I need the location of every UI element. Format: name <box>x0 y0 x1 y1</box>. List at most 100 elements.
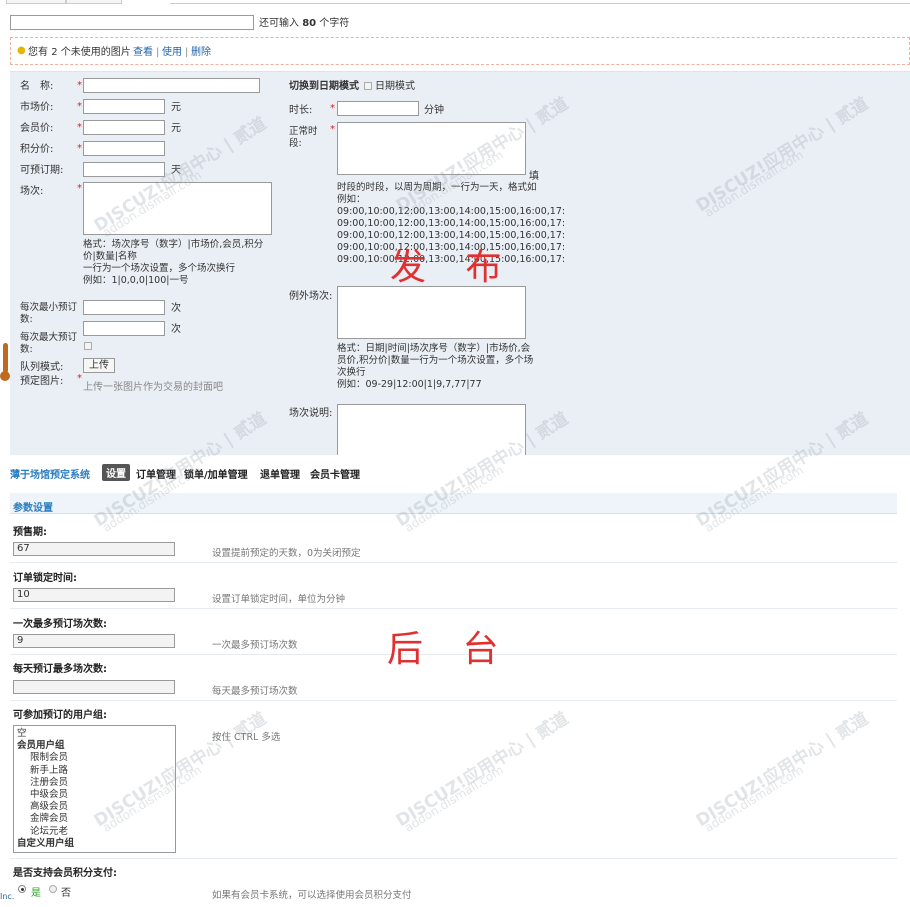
lightbulb-icon: ● <box>17 45 26 56</box>
points-pay-yes-label: 是 <box>31 888 41 899</box>
name-label: 名 称: <box>20 81 54 92</box>
group-option[interactable]: 自定义用户组 <box>17 838 172 850</box>
divider <box>10 858 897 859</box>
preorder-input[interactable] <box>83 162 165 177</box>
min-order-label: 每次最小预订 数: <box>20 302 78 325</box>
session-textarea[interactable] <box>83 182 272 235</box>
unit-times: 次 <box>171 303 181 314</box>
session-format-note: 格式：场次序号（数字）|市场价,会员,积分 价|数量|名称 一行为一个场次设置，… <box>83 239 264 286</box>
admin-overlay-text: 后 台 <box>387 629 513 670</box>
thermometer-bulb-icon <box>0 371 10 381</box>
normal-period-textarea[interactable] <box>337 122 526 175</box>
points-pay-yes-radio[interactable] <box>18 885 26 893</box>
upload-button[interactable]: 上传 <box>83 358 115 373</box>
divider <box>10 700 897 701</box>
system-name-link[interactable]: 薄于场馆预定系统 <box>10 466 90 481</box>
points-price-input[interactable] <box>83 141 165 156</box>
view-images-link[interactable]: 查看 <box>133 46 153 59</box>
queue-mode-checkbox[interactable] <box>84 342 92 350</box>
group-option[interactable]: 中级会员 <box>17 789 172 801</box>
tab-right[interactable] <box>66 0 122 4</box>
tab-line <box>170 3 910 4</box>
required-mark: * <box>77 143 82 154</box>
watermark-text: addon.dismall.com <box>702 762 806 835</box>
queue-mode-label: 队列模式: <box>20 362 64 373</box>
required-mark: * <box>330 103 335 114</box>
use-images-link[interactable]: 使用 <box>162 46 182 59</box>
separator: | <box>185 47 189 58</box>
radio-dot-icon <box>20 887 24 891</box>
name-input[interactable] <box>83 78 260 93</box>
max-per-order-tip: 一次最多预订场次数 <box>212 640 298 651</box>
unit-minute: 分钟 <box>424 105 444 116</box>
min-order-input[interactable] <box>83 300 165 315</box>
group-option[interactable]: 高级会员 <box>17 801 172 813</box>
section-header: 参数设置 <box>10 493 897 514</box>
tab-left[interactable] <box>6 0 66 4</box>
thermometer-icon <box>3 343 8 373</box>
max-per-day-tip: 每天最多预订场次数 <box>212 686 298 697</box>
exception-label: 例外场次: <box>289 291 333 302</box>
nav-member-cards[interactable]: 会员卡管理 <box>310 466 360 481</box>
group-option[interactable]: 新手上路 <box>17 765 172 777</box>
points-pay-tip: 如果有会员卡系统，可以选择使用会员积分支付 <box>212 890 412 901</box>
duration-input[interactable] <box>337 101 419 116</box>
publish-overlay-text: 发 布 <box>390 247 516 288</box>
group-option[interactable]: 注册会员 <box>17 777 172 789</box>
date-mode-checkbox[interactable] <box>364 82 372 90</box>
session-label: 场次: <box>20 186 44 197</box>
separator: | <box>156 47 160 58</box>
char-counter-count: 80 <box>302 18 317 29</box>
delete-images-link[interactable]: 删除 <box>191 46 211 59</box>
nav-settings-tab[interactable]: 设置 <box>102 464 130 481</box>
user-groups-label: 可参加预订的用户组: <box>13 710 107 721</box>
points-price-label: 积分价: <box>20 144 54 155</box>
unit-yuan: 元 <box>171 102 181 113</box>
date-mode-label: 日期模式 <box>375 81 415 92</box>
nav-orders[interactable]: 订单管理 <box>136 466 176 481</box>
unused-images-text: 您有 2 个未使用的图片 <box>28 47 131 58</box>
required-mark: * <box>77 373 82 384</box>
points-pay-no-radio[interactable] <box>49 885 57 893</box>
section-title: 参数设置 <box>13 503 53 514</box>
group-option[interactable]: 金牌会员 <box>17 813 172 825</box>
corner-text: Inc. <box>0 892 15 901</box>
nav-refunds[interactable]: 退单管理 <box>260 466 300 481</box>
preorder-label: 可预订期: <box>20 165 64 176</box>
market-price-input[interactable] <box>83 99 165 114</box>
watermark-text: addon.dismall.com <box>402 762 506 835</box>
max-per-day-label: 每天预订最多场次数: <box>13 664 107 675</box>
required-mark: * <box>77 183 82 194</box>
member-price-label: 会员价: <box>20 123 54 134</box>
exception-note: 格式：日期|时间|场次序号（数字）|市场价,会 员价,积分价|数量一行为一个场次… <box>337 343 534 390</box>
char-counter-prefix: 还可输入 <box>259 18 299 29</box>
lock-time-input[interactable]: 10 <box>13 588 175 602</box>
group-option[interactable]: 空 <box>17 728 172 740</box>
required-mark: * <box>77 101 82 112</box>
required-mark: * <box>330 124 335 135</box>
divider <box>10 608 897 609</box>
group-option[interactable]: 会员用户组 <box>17 740 172 752</box>
session-desc-textarea[interactable] <box>337 404 526 455</box>
user-groups-tip: 按住 CTRL 多选 <box>212 732 281 743</box>
max-per-day-input[interactable] <box>13 680 175 694</box>
max-order-input[interactable] <box>83 321 165 336</box>
max-per-order-input[interactable]: 9 <box>13 634 175 648</box>
exception-textarea[interactable] <box>337 286 526 339</box>
required-mark: * <box>77 80 82 91</box>
user-groups-select[interactable]: 空 会员用户组 限制会员 新手上路 注册会员 中级会员 高级会员 金牌会员 论坛… <box>13 725 176 853</box>
unit-day: 天 <box>171 165 181 176</box>
presale-input[interactable]: 67 <box>13 542 175 556</box>
nav-lock-orders[interactable]: 锁单/加单管理 <box>184 466 248 481</box>
switch-date-mode[interactable]: 切换到日期模式 <box>289 80 359 93</box>
market-price-label: 市场价: <box>20 102 54 113</box>
group-option[interactable]: 论坛元老 <box>17 826 172 838</box>
presale-label: 预售期: <box>13 527 47 538</box>
subject-input[interactable] <box>10 15 254 30</box>
group-option[interactable]: 限制会员 <box>17 752 172 764</box>
member-price-input[interactable] <box>83 120 165 135</box>
char-counter: 还可输入 80 个字符 <box>259 17 349 30</box>
session-desc-label: 场次说明: <box>289 408 333 419</box>
watermark-text: DISCUZ!应用中心 | 贰道 <box>392 708 573 832</box>
lock-time-label: 订单锁定时间: <box>13 573 77 584</box>
